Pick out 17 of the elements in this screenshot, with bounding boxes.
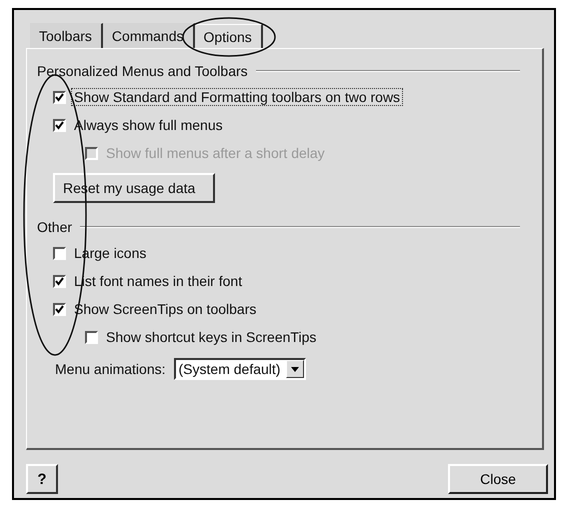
checkbox[interactable] [53,246,66,260]
dropdown[interactable]: (System default) [174,358,306,380]
close-button[interactable]: Close [448,464,548,494]
dropdown-label: Menu animations: [54,361,167,377]
tab[interactable]: Options [194,24,263,49]
tab[interactable]: Commands [102,23,195,48]
checkbox-label[interactable]: Show shortcut keys in ScreenTips [104,329,318,345]
checkbox-label[interactable]: Show Standard and Formatting toolbars on two rows [72,89,402,105]
tab[interactable]: Toolbars [30,23,103,48]
checkbox[interactable] [53,274,66,288]
checkbox[interactable] [53,118,66,132]
group-title: Personalized Menus and Toolbars [37,63,248,79]
checkbox[interactable] [53,90,66,104]
help-button[interactable]: ? [26,464,58,494]
checkbox[interactable] [53,302,66,316]
checkbox[interactable] [85,330,98,344]
group-title: Other [37,219,72,235]
